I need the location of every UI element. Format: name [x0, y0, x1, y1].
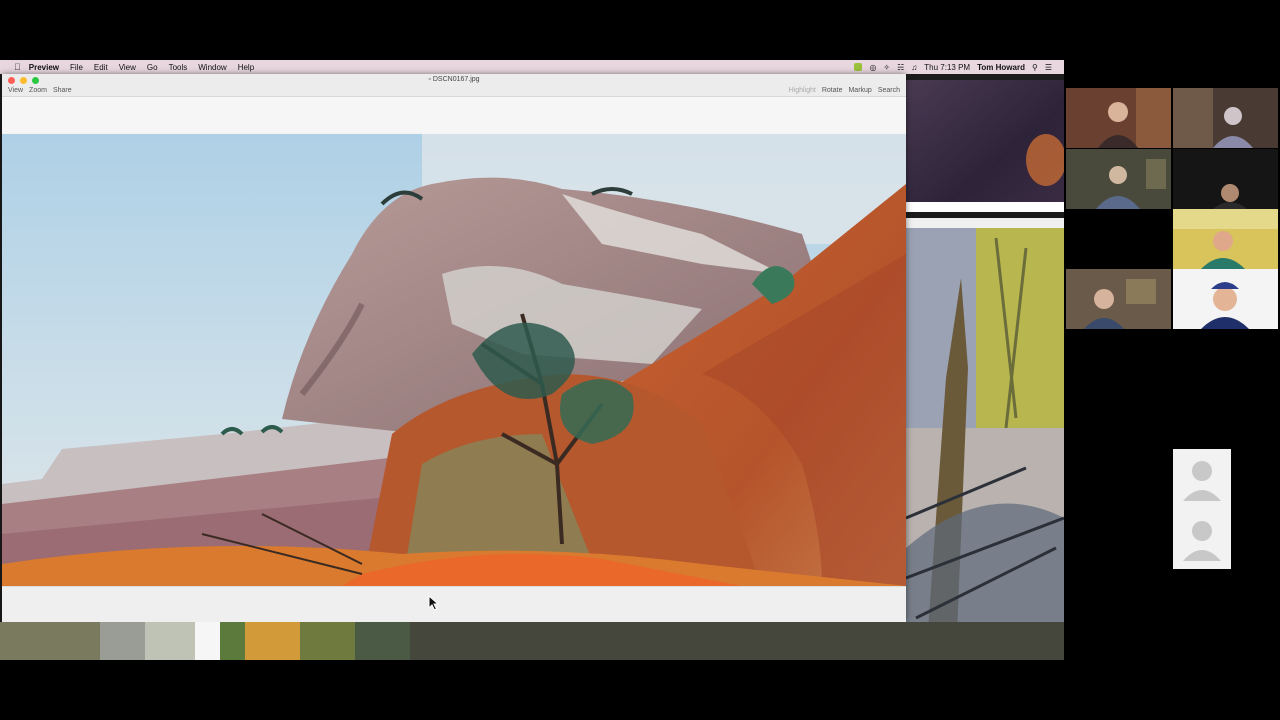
- participant-video-1[interactable]: [1066, 88, 1171, 148]
- menu-go[interactable]: Go: [147, 63, 158, 72]
- bottom-strip: [2, 586, 906, 622]
- notification-center-icon[interactable]: ☰: [1045, 63, 1052, 72]
- search-field[interactable]: Search: [878, 87, 900, 94]
- file-icon: ▫: [428, 76, 431, 83]
- background-window-bottom: [906, 218, 1064, 660]
- background-filmstrip: [0, 622, 1064, 660]
- menu-window[interactable]: Window: [198, 63, 226, 72]
- view-menu-button[interactable]: View: [8, 87, 23, 94]
- menu-bar:  Preview File Edit View Go Tools Window…: [0, 60, 1064, 74]
- participant-video-4[interactable]: [1173, 149, 1278, 209]
- painting-image: [2, 134, 906, 586]
- participant-video-7[interactable]: [1173, 269, 1278, 329]
- menu-tools[interactable]: Tools: [169, 63, 188, 72]
- apple-menu-icon[interactable]: : [14, 62, 21, 72]
- document-title: ▫ DSCN0167.jpg: [428, 76, 480, 83]
- thumbnail: [100, 622, 145, 660]
- background-painting-top: [906, 80, 1064, 212]
- thumbnail: [195, 622, 220, 660]
- volume-icon[interactable]: ♫: [911, 63, 917, 72]
- mouse-cursor-icon: [428, 595, 440, 611]
- clock[interactable]: Thu 7:13 PM: [924, 63, 970, 72]
- preview-window: ▫ DSCN0167.jpg View Zoom Share Highlight…: [2, 74, 906, 622]
- thumbnail: [245, 622, 300, 660]
- wifi-icon[interactable]: ☵: [897, 63, 904, 72]
- user-name[interactable]: Tom Howard: [977, 63, 1025, 72]
- thumbnail: [355, 622, 410, 660]
- spotlight-search-icon[interactable]: ⚲: [1032, 63, 1038, 72]
- participant-video-off[interactable]: [1173, 449, 1231, 569]
- avatar-placeholder-icon: [1183, 461, 1221, 561]
- shared-screen:  Preview File Edit View Go Tools Window…: [0, 60, 1064, 660]
- thumbnail: [300, 622, 355, 660]
- background-window-top: [906, 80, 1064, 212]
- zoom-tool-button[interactable]: Zoom: [29, 87, 47, 94]
- participant-video-2[interactable]: [1173, 88, 1278, 148]
- participant-video-6[interactable]: [1066, 269, 1171, 329]
- thumbnail: [220, 622, 245, 660]
- menu-app[interactable]: Preview: [29, 63, 59, 72]
- menu-edit[interactable]: Edit: [94, 63, 108, 72]
- status-area: ◎ ✧ ☵ ♫ Thu 7:13 PM Tom Howard ⚲ ☰: [854, 63, 1064, 72]
- window-titlebar: ▫ DSCN0167.jpg View Zoom Share Highlight…: [2, 74, 906, 97]
- menu-view[interactable]: View: [119, 63, 136, 72]
- bluetooth-icon[interactable]: ✧: [883, 63, 890, 72]
- highlight-button[interactable]: Highlight: [789, 87, 816, 94]
- participant-video-5[interactable]: [1173, 209, 1278, 269]
- app-status-icon[interactable]: [854, 63, 863, 71]
- markup-button[interactable]: Markup: [848, 87, 871, 94]
- menu-file[interactable]: File: [70, 63, 83, 72]
- thumbnail: [0, 622, 100, 660]
- rotate-button[interactable]: Rotate: [822, 87, 843, 94]
- background-painting-bottom: [906, 218, 1064, 660]
- thumbnail: [145, 622, 195, 660]
- participant-video-3[interactable]: [1066, 149, 1171, 209]
- screen-share-icon[interactable]: ◎: [869, 63, 876, 72]
- share-button[interactable]: Share: [53, 87, 72, 94]
- thumbnail: [410, 622, 1064, 660]
- menu-help[interactable]: Help: [238, 63, 254, 72]
- toolbar-strip: [2, 97, 906, 133]
